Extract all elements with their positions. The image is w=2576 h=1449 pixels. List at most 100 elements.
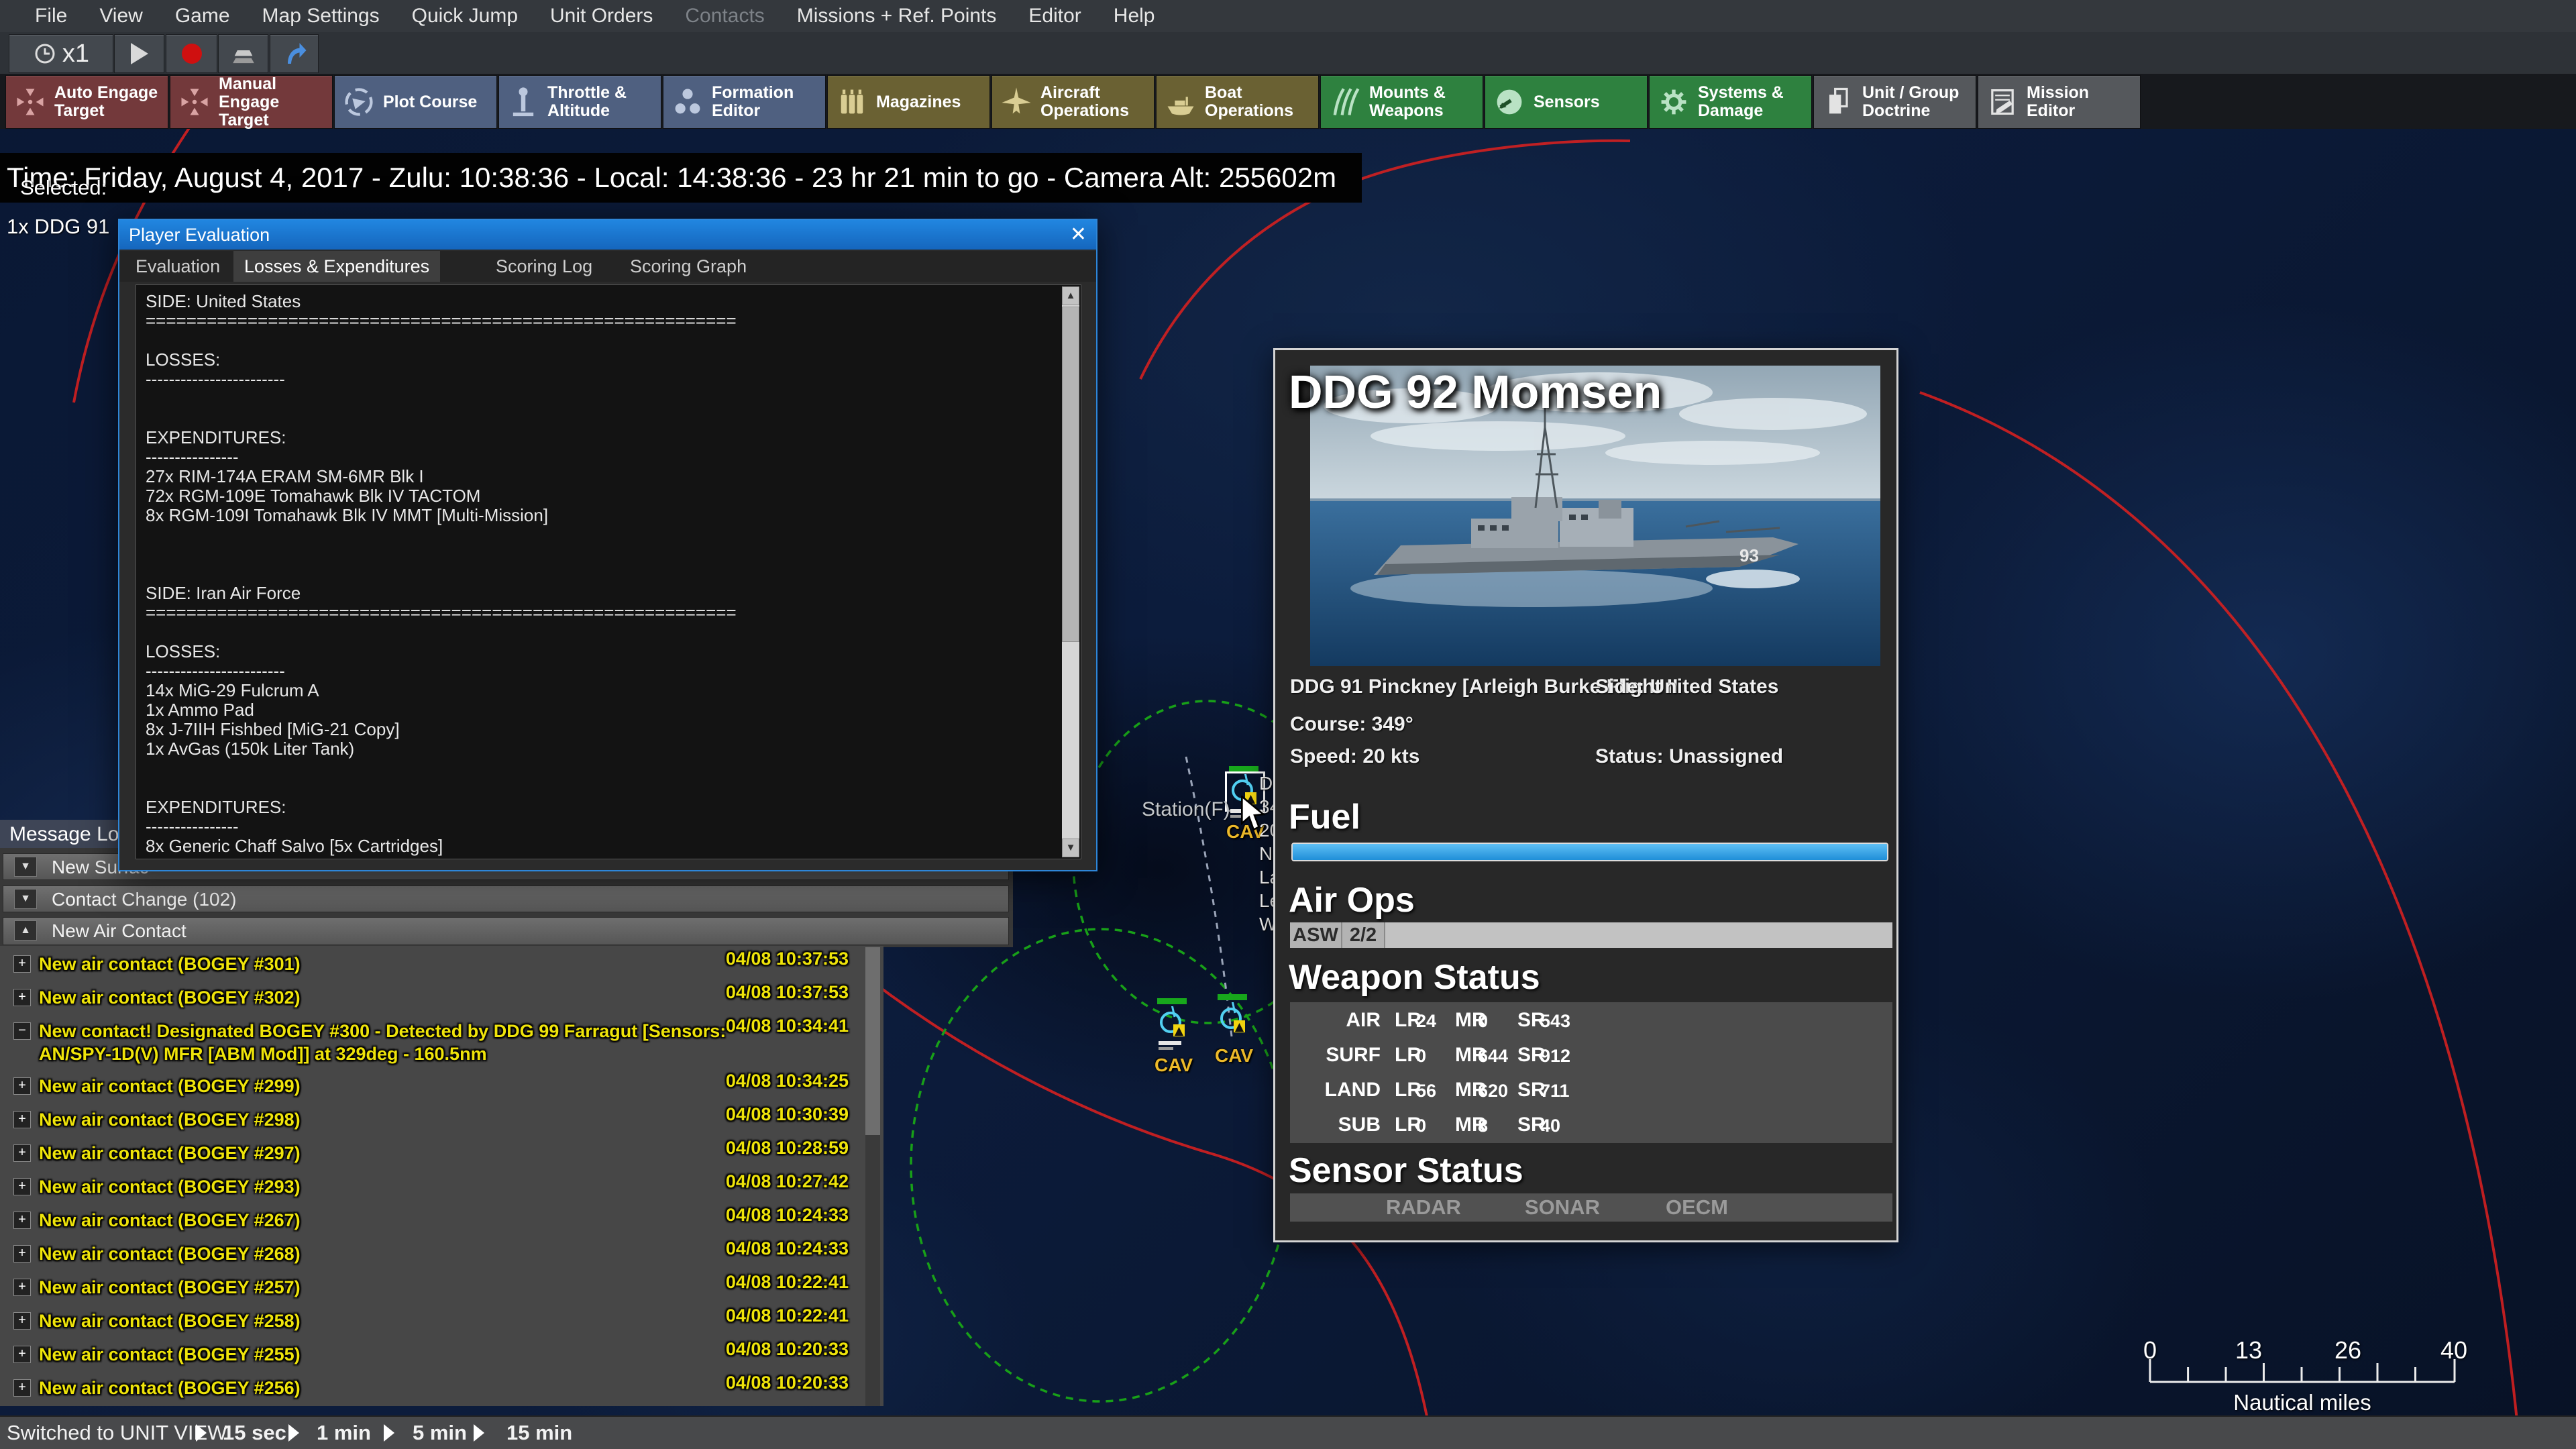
boat-icon <box>1157 85 1205 119</box>
menu-editor[interactable]: Editor <box>1012 5 1097 28</box>
menu-help[interactable]: Help <box>1097 5 1171 28</box>
sensor-oecm[interactable]: OECM <box>1666 1193 1728 1222</box>
magazines-button[interactable]: Magazines <box>827 75 990 129</box>
systems-damage-button[interactable]: Systems & Damage <box>1649 75 1812 129</box>
chevron-up-icon[interactable]: ▲ <box>14 920 37 941</box>
menu-unit-orders[interactable]: Unit Orders <box>534 5 669 28</box>
selected-unit-text: 1x DDG 91 <box>7 215 110 238</box>
expand-plus-icon[interactable]: + <box>13 955 31 973</box>
sensor-sonar[interactable]: SONAR <box>1525 1193 1600 1222</box>
mission-editor-button[interactable]: Mission Editor <box>1978 75 2141 129</box>
weapon-status-table: AIR LR 24 MR 0 SR 543 SURF LR 0 MR 644 S… <box>1290 1002 1892 1143</box>
time-step-arrow-icon[interactable] <box>384 1424 394 1442</box>
tab-scoring-graph[interactable]: Scoring Graph <box>619 251 757 282</box>
fuel-header: Fuel <box>1289 798 1360 837</box>
toolbar-button-label: Mounts & Weapons <box>1369 83 1446 120</box>
tab-scoring-log[interactable]: Scoring Log <box>485 251 603 282</box>
menu-quick-jump[interactable]: Quick Jump <box>396 5 534 28</box>
surface-unit-icon <box>1220 1002 1245 1032</box>
tab-losses-expenditures[interactable]: Losses & Expenditures <box>233 251 441 282</box>
time-step-15min[interactable]: 15 min <box>506 1417 572 1449</box>
log-entry-text: New air contact (BOGEY #257) <box>39 1277 301 1297</box>
unit-label[interactable]: CAV <box>1155 1055 1193 1076</box>
menu-map-settings[interactable]: Map Settings <box>246 5 396 28</box>
expand-plus-icon[interactable]: + <box>13 1312 31 1330</box>
expand-plus-icon[interactable]: + <box>13 1077 31 1095</box>
scroll-down-icon[interactable]: ▼ <box>1062 839 1079 857</box>
log-entry-text: New air contact (BOGEY #268) <box>39 1244 301 1264</box>
time-step-arrow-icon[interactable] <box>474 1424 484 1442</box>
time-compression-button[interactable]: x1 <box>9 34 113 73</box>
expand-plus-icon[interactable]: + <box>13 1111 31 1128</box>
unit-speed: Speed: 20 kts <box>1290 745 1420 767</box>
record-button[interactable] <box>166 34 217 73</box>
log-entry-text: New air contact (BOGEY #255) <box>39 1344 301 1364</box>
scrollbar-thumb[interactable] <box>1062 307 1079 642</box>
expand-plus-icon[interactable]: + <box>13 1245 31 1263</box>
expand-plus-icon[interactable]: + <box>13 989 31 1006</box>
chevron-down-icon[interactable]: ▼ <box>14 889 37 909</box>
speed-multiplier: x1 <box>62 39 90 68</box>
log-entry-time: 04/08 10:30:39 <box>725 1104 849 1124</box>
dialog-titlebar[interactable]: Player Evaluation <box>119 220 1096 250</box>
log-entry-text: New air contact (BOGEY #299) <box>39 1076 301 1096</box>
chevron-down-icon[interactable]: ▼ <box>14 857 37 877</box>
expand-plus-icon[interactable]: + <box>13 1144 31 1162</box>
log-entry-time: 04/08 10:24:33 <box>725 1238 849 1258</box>
unit-label[interactable]: CAV <box>1215 1045 1253 1067</box>
log-entry-text: New air contact (BOGEY #298) <box>39 1110 301 1130</box>
time-status-bar: Time: Friday, August 4, 2017 - Zulu: 10:… <box>0 153 1362 203</box>
boat-operations-button[interactable]: Boat Operations <box>1156 75 1319 129</box>
mouse-cursor <box>1241 796 1266 831</box>
scroll-up-icon[interactable]: ▲ <box>1062 286 1079 305</box>
scrollbar-thumb[interactable] <box>865 947 880 1135</box>
expand-plus-icon[interactable]: + <box>13 1279 31 1296</box>
report-text: SIDE: United States ====================… <box>146 292 737 856</box>
menu-game[interactable]: Game <box>159 5 246 28</box>
expand-plus-icon[interactable]: + <box>13 1212 31 1229</box>
time-step-arrow-icon[interactable] <box>196 1424 207 1442</box>
log-entry-text: New air contact (BOGEY #297) <box>39 1143 301 1163</box>
formation-editor-button[interactable]: Formation Editor <box>663 75 826 129</box>
air-ops-ready-count[interactable]: 2/2 <box>1342 922 1385 948</box>
log-group-contact-change[interactable]: ▼ Contact Change (102) <box>3 885 1009 912</box>
sensor-radar[interactable]: RADAR <box>1386 1193 1461 1222</box>
message-log-scrollbar[interactable] <box>865 947 880 1406</box>
time-step-15sec[interactable]: 15 sec <box>223 1417 286 1449</box>
tab-evaluation[interactable]: Evaluation <box>125 251 231 282</box>
air-ops-bar: ASW 2/2 <box>1290 922 1892 948</box>
val-lr: 0 <box>1416 1046 1427 1066</box>
menu-view[interactable]: View <box>83 5 158 28</box>
map-layers-button[interactable] <box>218 34 268 73</box>
log-entry-time: 04/08 10:34:41 <box>725 1016 849 1036</box>
time-step-5min[interactable]: 5 min <box>413 1417 467 1449</box>
expand-plus-icon[interactable]: + <box>13 1178 31 1195</box>
time-step-arrow-icon[interactable] <box>288 1424 299 1442</box>
mounts-weapons-button[interactable]: Mounts & Weapons <box>1320 75 1483 129</box>
jump-arrow-button[interactable] <box>270 34 319 73</box>
val-mr: 0 <box>1478 1011 1489 1031</box>
plot-course-button[interactable]: Plot Course <box>334 75 497 129</box>
close-icon[interactable]: ✕ <box>1070 220 1087 250</box>
time-step-1min[interactable]: 1 min <box>317 1417 371 1449</box>
aircraft-operations-button[interactable]: Aircraft Operations <box>991 75 1155 129</box>
manual-engage-target-button[interactable]: Manual Engage Target <box>170 74 333 129</box>
throttle-altitude-button[interactable]: Throttle & Altitude <box>498 75 661 129</box>
auto-engage-target-button[interactable]: Auto Engage Target <box>5 75 168 129</box>
expand-plus-icon[interactable]: + <box>13 1379 31 1397</box>
menu-missions-ref-points[interactable]: Missions + Ref. Points <box>781 5 1013 28</box>
expand-plus-icon[interactable]: + <box>13 1346 31 1363</box>
scale-ruler <box>2149 1359 2456 1383</box>
log-entry-text: New air contact (BOGEY #267) <box>39 1210 301 1230</box>
log-group-new-air-contact[interactable]: ▲ New Air Contact <box>3 917 1009 945</box>
dialog-scrollbar[interactable]: ▲ ▼ <box>1062 286 1079 857</box>
air-ops-mode[interactable]: ASW <box>1290 922 1342 948</box>
toolbar-button-label: Magazines <box>876 92 961 111</box>
log-group-label: New Air Contact <box>52 920 186 941</box>
collapse-minus-icon[interactable]: − <box>13 1022 31 1040</box>
play-button[interactable] <box>114 34 164 73</box>
menu-file[interactable]: File <box>19 5 83 28</box>
unit-group-doctrine-button[interactable]: Unit / Group Doctrine <box>1813 75 1976 129</box>
sensors-button[interactable]: Sensors <box>1485 75 1648 129</box>
toolbar-button-label: Formation Editor <box>712 83 794 120</box>
